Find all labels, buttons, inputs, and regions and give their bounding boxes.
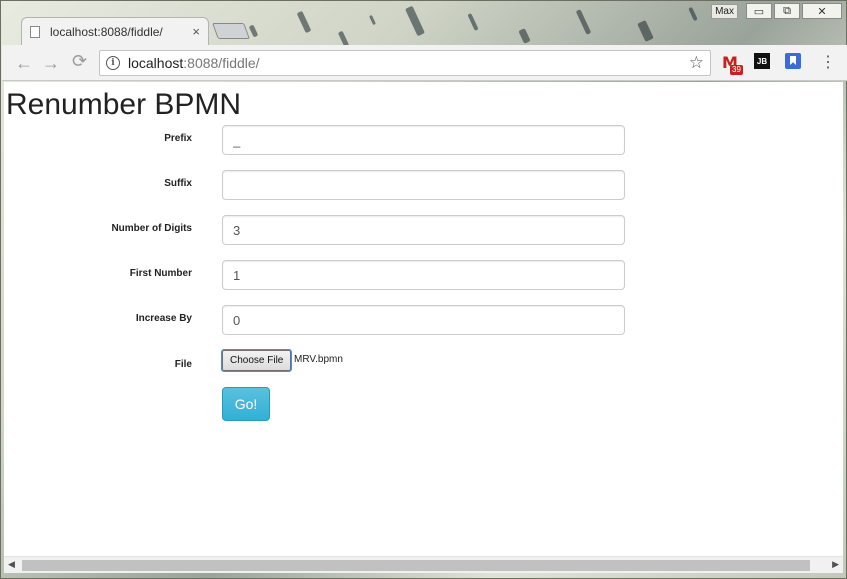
tab-title: localhost:8088/fiddle/ — [50, 24, 163, 39]
scroll-left-icon[interactable]: ◀ — [8, 559, 15, 570]
digits-row: Number of Digits — [4, 215, 843, 245]
suffix-input[interactable] — [222, 170, 625, 200]
minimize-button[interactable]: ▭ — [746, 3, 772, 19]
selected-file-name: MRV.bpmn — [294, 354, 343, 365]
page-viewport: Renumber BPMN Prefix Suffix Number of Di… — [4, 82, 843, 556]
suffix-label: Suffix — [164, 178, 192, 189]
first-number-label: First Number — [129, 268, 192, 279]
suffix-row: Suffix — [4, 170, 843, 200]
prefix-label: Prefix — [164, 133, 192, 144]
first-number-input[interactable] — [222, 260, 625, 290]
document-icon — [30, 25, 40, 38]
browser-menu-icon[interactable]: ⋮ — [820, 52, 836, 72]
jetbrains-extension-icon[interactable]: JB — [754, 53, 770, 69]
forward-icon[interactable]: → — [42, 53, 60, 74]
scrollbar-thumb[interactable] — [22, 560, 810, 571]
back-icon[interactable]: ← — [15, 53, 33, 74]
url-path: :8088/fiddle/ — [183, 55, 260, 71]
choose-file-button[interactable]: Choose File — [220, 349, 293, 372]
horizontal-scrollbar[interactable]: ◀ ▶ — [4, 556, 843, 573]
reload-icon[interactable]: ⟳ — [72, 51, 87, 72]
increase-input[interactable] — [222, 305, 625, 335]
gmail-unread-badge: 39 — [730, 65, 743, 75]
browser-tab[interactable]: localhost:8088/fiddle/ × — [21, 17, 209, 45]
close-window-button[interactable]: ✕ — [802, 3, 842, 19]
increase-label: Increase By — [135, 313, 192, 324]
increase-row: Increase By — [4, 305, 843, 335]
file-label: File — [174, 359, 192, 370]
max-label: Max — [711, 3, 738, 19]
prefix-row: Prefix — [4, 125, 843, 155]
tab-close-icon[interactable]: × — [192, 24, 200, 39]
browser-toolbar: ← → ⟳ i localhost :8088/fiddle/ ☆ M 39 J… — [2, 45, 847, 81]
digits-input[interactable] — [222, 215, 625, 245]
file-row: File Choose File MRV.bpmn — [4, 349, 843, 380]
page-title: Renumber BPMN — [6, 88, 242, 121]
go-button[interactable]: Go! — [222, 387, 270, 421]
address-bar[interactable]: i localhost :8088/fiddle/ ☆ — [99, 50, 711, 76]
scroll-right-icon[interactable]: ▶ — [832, 559, 839, 570]
url-host: localhost — [128, 55, 184, 71]
digits-label: Number of Digits — [111, 223, 192, 234]
bookmark-star-icon[interactable]: ☆ — [689, 53, 704, 73]
first-number-row: First Number — [4, 260, 843, 290]
new-tab-button[interactable] — [212, 23, 250, 39]
bookmark-extension-icon[interactable] — [785, 53, 801, 69]
restore-button[interactable]: ⧉ — [774, 3, 800, 19]
prefix-input[interactable] — [222, 125, 625, 155]
window-controls: Max ▭ ⧉ ✕ — [711, 3, 842, 19]
info-icon[interactable]: i — [106, 56, 120, 70]
